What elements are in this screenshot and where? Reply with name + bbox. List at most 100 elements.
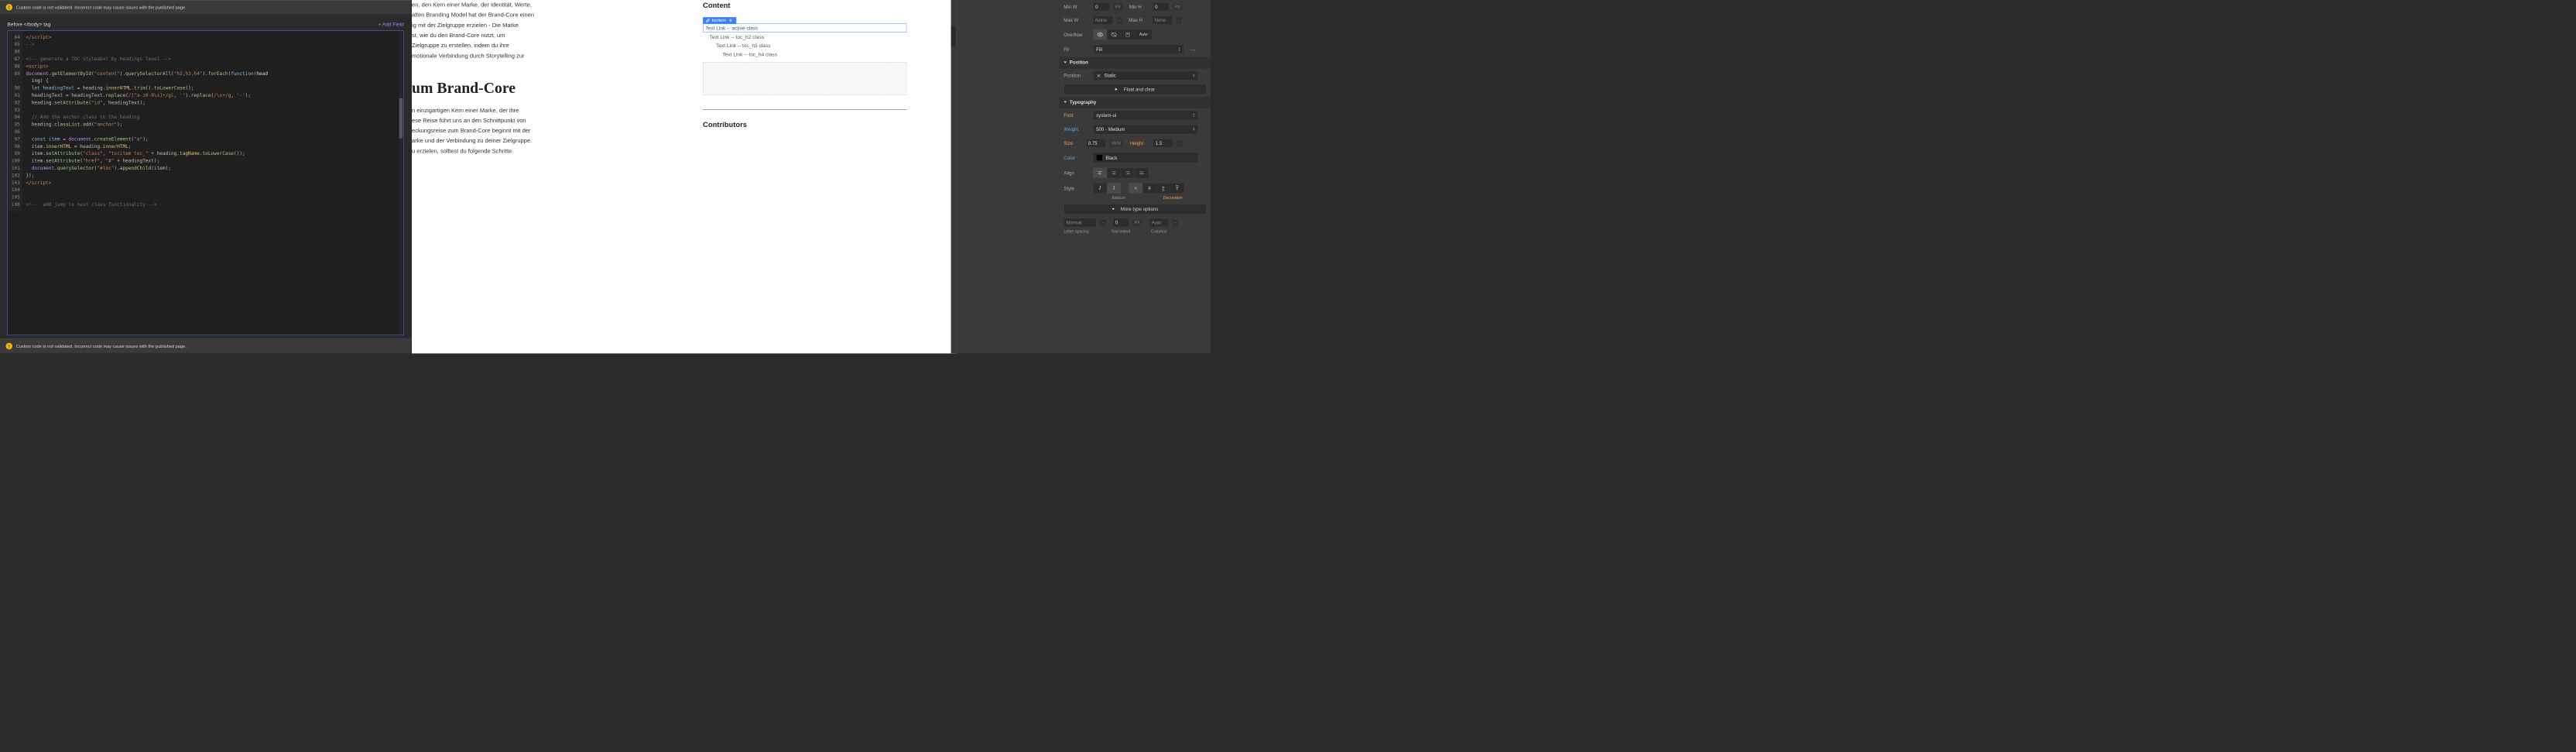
columns-input[interactable]: Auto — [1149, 218, 1168, 228]
size-label: Size — [1064, 140, 1082, 146]
overflow-scroll[interactable] — [1121, 29, 1135, 39]
deco-strike[interactable]: T — [1142, 183, 1156, 193]
italic-off[interactable]: I — [1107, 183, 1121, 193]
toc-list: Text Link -- active classText Link -- to… — [703, 24, 906, 59]
color-select[interactable]: Black — [1093, 152, 1198, 163]
align-justify[interactable] — [1135, 168, 1149, 178]
eye-off-icon — [1111, 32, 1117, 38]
position-section-header[interactable]: Position — [1060, 57, 1211, 69]
empty-container[interactable] — [703, 62, 906, 94]
minw-input[interactable]: 0 — [1093, 2, 1110, 12]
columns-sublabel: Columns — [1151, 229, 1184, 234]
more-type-button[interactable]: More type options — [1064, 204, 1206, 215]
contributors-heading: Contributors — [703, 121, 906, 129]
caret-down-icon — [1064, 61, 1067, 63]
weight-select[interactable]: 500 - Medium ▲▼ — [1093, 125, 1198, 135]
minh-input[interactable]: 0 — [1153, 2, 1170, 12]
height-input[interactable]: 1.5 — [1153, 139, 1173, 148]
align-right[interactable] — [1121, 168, 1135, 178]
scrollbar-thumb[interactable] — [399, 98, 403, 139]
deco-underline[interactable]: T — [1156, 183, 1170, 193]
toc-item[interactable]: Text Link -- toc_h3 class — [703, 41, 906, 50]
caret-down-icon — [1112, 208, 1115, 210]
toc-heading: Content — [703, 2, 906, 10]
underline-icon: T — [1162, 185, 1165, 191]
align-left[interactable] — [1093, 168, 1107, 178]
align-center-icon — [1112, 170, 1117, 176]
fit-value: Fill — [1096, 46, 1102, 52]
scrollbar-vertical[interactable] — [399, 32, 403, 335]
maxh-input[interactable]: None — [1152, 15, 1172, 25]
maxh-label: Max H — [1129, 18, 1148, 23]
article-paragraph-1: en, den Kern einer Marke, der Identität,… — [412, 0, 634, 61]
warning-banner-bottom: ! Custom code is not validated. Incorrec… — [0, 339, 411, 354]
fit-more-button[interactable]: ⋯ — [1187, 46, 1197, 53]
selected-element-badge[interactable]: tocitem — [703, 17, 736, 23]
indent-sublabel: Text indent — [1111, 229, 1151, 234]
style-panel: Min W 0 PX Min H 0 PX Max W None - Max H… — [1060, 0, 1211, 353]
fit-select[interactable]: Fill ▲▼ — [1093, 44, 1184, 54]
size-unit[interactable]: REM — [1110, 139, 1124, 147]
warning-text: Custom code is not validated. Incorrect … — [16, 5, 187, 10]
deco-overline[interactable]: T — [1170, 183, 1184, 193]
x-icon — [1096, 73, 1101, 78]
height-unit[interactable]: - — [1177, 139, 1184, 147]
triangle-right-icon: ▶ — [1115, 88, 1118, 91]
toc-item[interactable]: Text Link -- toc_h4 class — [703, 50, 906, 58]
warning-icon: ! — [6, 4, 12, 10]
maxw-label: Max W — [1064, 18, 1089, 23]
align-right-icon — [1125, 170, 1130, 176]
toc-item[interactable]: Text Link -- active class — [703, 24, 906, 33]
code-editor[interactable]: 848586878889 909192939495969798991001011… — [7, 30, 403, 335]
article-heading: um Brand-Core — [412, 79, 634, 97]
letterspacing-input[interactable]: Normal — [1064, 218, 1096, 228]
indent-unit[interactable]: PX — [1132, 218, 1142, 226]
canvas[interactable]: en, den Kern einer Marke, der Identität,… — [412, 0, 956, 353]
minh-unit[interactable]: PX — [1173, 3, 1183, 11]
letterspacing-sublabel: Letter spacing — [1064, 229, 1111, 234]
italic-on[interactable]: I — [1093, 183, 1107, 193]
maxh-unit[interactable]: - — [1176, 16, 1182, 24]
overflow-segment: Auto — [1093, 29, 1153, 40]
caret-down-icon — [1064, 101, 1067, 103]
letterspacing-unit[interactable]: - — [1100, 218, 1106, 226]
fit-label: Fit — [1064, 46, 1089, 52]
section-title: Before </body> tag — [7, 21, 50, 27]
minw-label: Min W — [1064, 4, 1089, 9]
article-paragraph-2: n einzigartigen Kern einer Marke, der ih… — [412, 105, 634, 156]
italicize-sublabel: Italicize — [1101, 196, 1137, 201]
font-select[interactable]: system-ui ▲▼ — [1093, 110, 1198, 120]
code-gutter: 848586878889 909192939495969798991001011… — [8, 31, 22, 211]
gear-icon[interactable] — [728, 18, 734, 23]
add-field-link[interactable]: + Add Field — [379, 21, 404, 27]
overflow-visible[interactable] — [1093, 29, 1107, 39]
deco-none[interactable] — [1129, 183, 1142, 193]
overflow-auto[interactable]: Auto — [1135, 29, 1153, 39]
more-type-label: More type options — [1121, 206, 1159, 211]
toc-item[interactable]: Text Link -- toc_h2 class — [703, 33, 906, 41]
float-clear-button[interactable]: ▶ Float and clear — [1064, 84, 1206, 95]
warning-text: Custom code is not validated. Incorrect … — [16, 344, 187, 349]
code-body[interactable]: </script>--><!-- generate a TOC styleabe… — [8, 31, 403, 211]
strike-icon: T — [1148, 185, 1151, 191]
indent-input[interactable]: 0 — [1113, 218, 1129, 228]
position-select[interactable]: Static ▲▼ — [1093, 70, 1198, 81]
font-value: system-ui — [1096, 112, 1116, 118]
maxw-unit[interactable]: - — [1117, 16, 1123, 24]
align-center[interactable] — [1107, 168, 1121, 178]
warning-icon: ! — [6, 343, 12, 349]
minh-label: Min H — [1129, 4, 1149, 9]
section-label: Position — [1070, 60, 1088, 65]
minw-unit[interactable]: PX — [1113, 3, 1123, 11]
color-swatch[interactable] — [1096, 154, 1102, 160]
columns-unit[interactable]: - — [1173, 218, 1179, 226]
typography-section-header[interactable]: Typography — [1060, 96, 1211, 108]
size-input[interactable]: 0.75 — [1085, 139, 1105, 148]
decoration-segment: T T T — [1129, 183, 1184, 194]
weight-label: Weight — [1064, 127, 1089, 132]
custom-code-panel: ! Custom code is not validated. Incorrec… — [0, 0, 411, 353]
color-label: Color — [1064, 155, 1089, 160]
x-icon — [1133, 186, 1138, 191]
maxw-input[interactable]: None — [1093, 15, 1113, 25]
overflow-hidden[interactable] — [1107, 29, 1121, 39]
